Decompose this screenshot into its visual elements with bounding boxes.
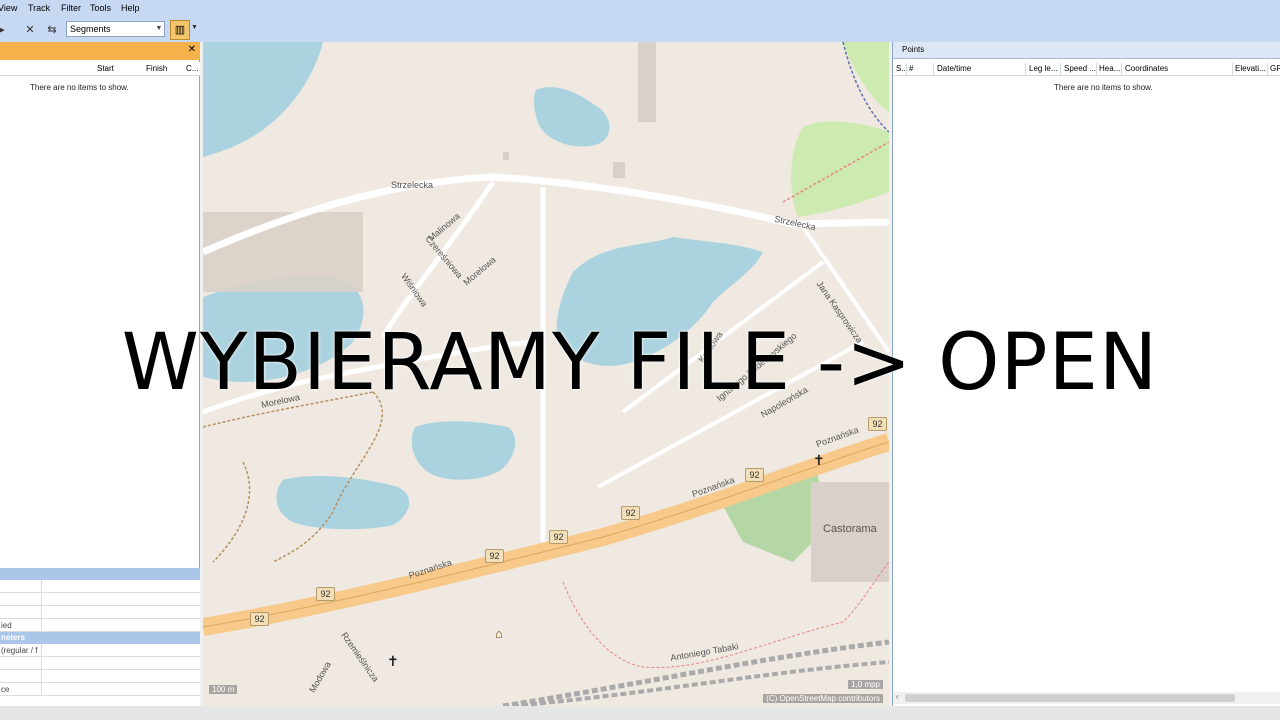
property-row[interactable]: ied — [0, 619, 200, 632]
property-row[interactable] — [0, 657, 200, 670]
museum-icon: ⌂ — [495, 626, 503, 641]
column-leg-length[interactable]: Leg le... — [1029, 64, 1057, 73]
menu-tools[interactable]: Tools — [90, 3, 111, 13]
road-malinowa — [380, 180, 496, 339]
building — [503, 152, 509, 160]
building — [613, 162, 625, 178]
pond-north — [533, 87, 610, 147]
lake-north-west — [203, 42, 323, 157]
swap-icon[interactable]: ⇆ — [44, 22, 60, 38]
segments-empty-message: There are no items to show. — [30, 83, 129, 92]
map-scale: 100 m — [209, 685, 238, 694]
menu-help[interactable]: Help — [121, 3, 140, 13]
road-shield: 92 — [621, 506, 640, 520]
points-panel-title: Points — [902, 45, 925, 54]
column-elevation[interactable]: Elevati... — [1235, 64, 1266, 73]
split-icon[interactable]: ✕ — [22, 22, 38, 38]
property-label: ied — [1, 621, 12, 630]
property-row[interactable] — [0, 670, 200, 683]
property-section-header[interactable]: neters — [0, 632, 200, 644]
column-c[interactable]: C... — [186, 64, 198, 73]
map-attribution: (C) OpenStreetMap contributors — [763, 694, 883, 703]
road-shield: 92 — [485, 549, 504, 563]
property-section-header[interactable] — [0, 568, 200, 580]
toolbar: ▸ ✕ ⇆ Segments ▼ ▥ ▼ — [0, 18, 1280, 42]
pond-south-west — [276, 476, 410, 530]
column-datetime[interactable]: Date/time — [937, 64, 971, 73]
menu-filter[interactable]: Filter — [61, 3, 81, 13]
segments-select-value: Segments — [70, 24, 111, 34]
street-label: Strzelecka — [391, 180, 434, 190]
column-heading[interactable]: Hea... — [1099, 64, 1120, 73]
close-icon[interactable]: ✕ — [188, 44, 196, 55]
chevron-down-icon[interactable]: ▼ — [191, 24, 198, 31]
property-row[interactable]: ce — [0, 683, 200, 696]
map-icon: ▥ — [174, 24, 186, 36]
column-speed[interactable]: Speed ... — [1064, 64, 1096, 73]
points-column-header: S... # Date/time Leg le... Speed ... Hea… — [893, 62, 1280, 76]
column-number[interactable]: # — [909, 64, 913, 73]
column-start[interactable]: Start — [97, 64, 114, 73]
segments-column-header: Start Finish C... — [0, 62, 200, 76]
property-grid: ied neters (regular / f ce — [0, 568, 200, 706]
points-empty-message: There are no items to show. — [1054, 83, 1153, 92]
road-shield: 92 — [250, 612, 269, 626]
column-gp[interactable]: GP — [1270, 64, 1280, 73]
church-icon: ✝ — [813, 452, 825, 468]
column-coordinates[interactable]: Coordinates — [1125, 64, 1168, 73]
church-icon: ✝ — [387, 653, 399, 669]
chevron-down-icon: ▼ — [155, 25, 163, 32]
map-resolution: 1,0 mpp — [848, 680, 883, 689]
segments-select[interactable]: Segments ▼ — [66, 21, 165, 37]
building — [638, 42, 656, 122]
pointer-icon[interactable]: ▸ — [0, 22, 10, 38]
menu-view[interactable]: View — [0, 3, 17, 13]
segments-panel-header: ✕ — [0, 42, 200, 60]
map-toggle-button[interactable]: ▥ — [170, 20, 190, 40]
chevron-left-icon[interactable]: ‹ — [896, 692, 899, 701]
menu-bar: View Track Filter Tools Help — [0, 0, 1280, 18]
property-section-label: neters — [1, 633, 26, 642]
property-label: ce — [1, 685, 10, 694]
overlay-caption: WYBIERAMY FILE -> OPEN — [121, 318, 1159, 408]
menu-track[interactable]: Track — [28, 3, 50, 13]
property-row[interactable]: (regular / f — [0, 644, 200, 657]
road-shield: 92 — [549, 530, 568, 544]
road-shield: 92 — [868, 417, 887, 431]
horizontal-scrollbar[interactable]: ‹ — [893, 692, 1280, 704]
property-row[interactable] — [0, 580, 200, 593]
park-corner — [843, 42, 889, 112]
footpaths — [203, 391, 384, 563]
points-panel-header: Points — [893, 42, 1280, 59]
road-shield: 92 — [745, 468, 764, 482]
property-label: (regular / f — [1, 646, 38, 655]
property-row[interactable] — [0, 593, 200, 606]
scrollbar-thumb[interactable] — [905, 694, 1235, 702]
property-row[interactable] — [0, 606, 200, 619]
pond-middle — [411, 421, 516, 480]
road-shield: 92 — [316, 587, 335, 601]
status-bar — [0, 706, 1280, 720]
poi-label: Castorama — [823, 523, 877, 535]
column-finish[interactable]: Finish — [146, 64, 167, 73]
